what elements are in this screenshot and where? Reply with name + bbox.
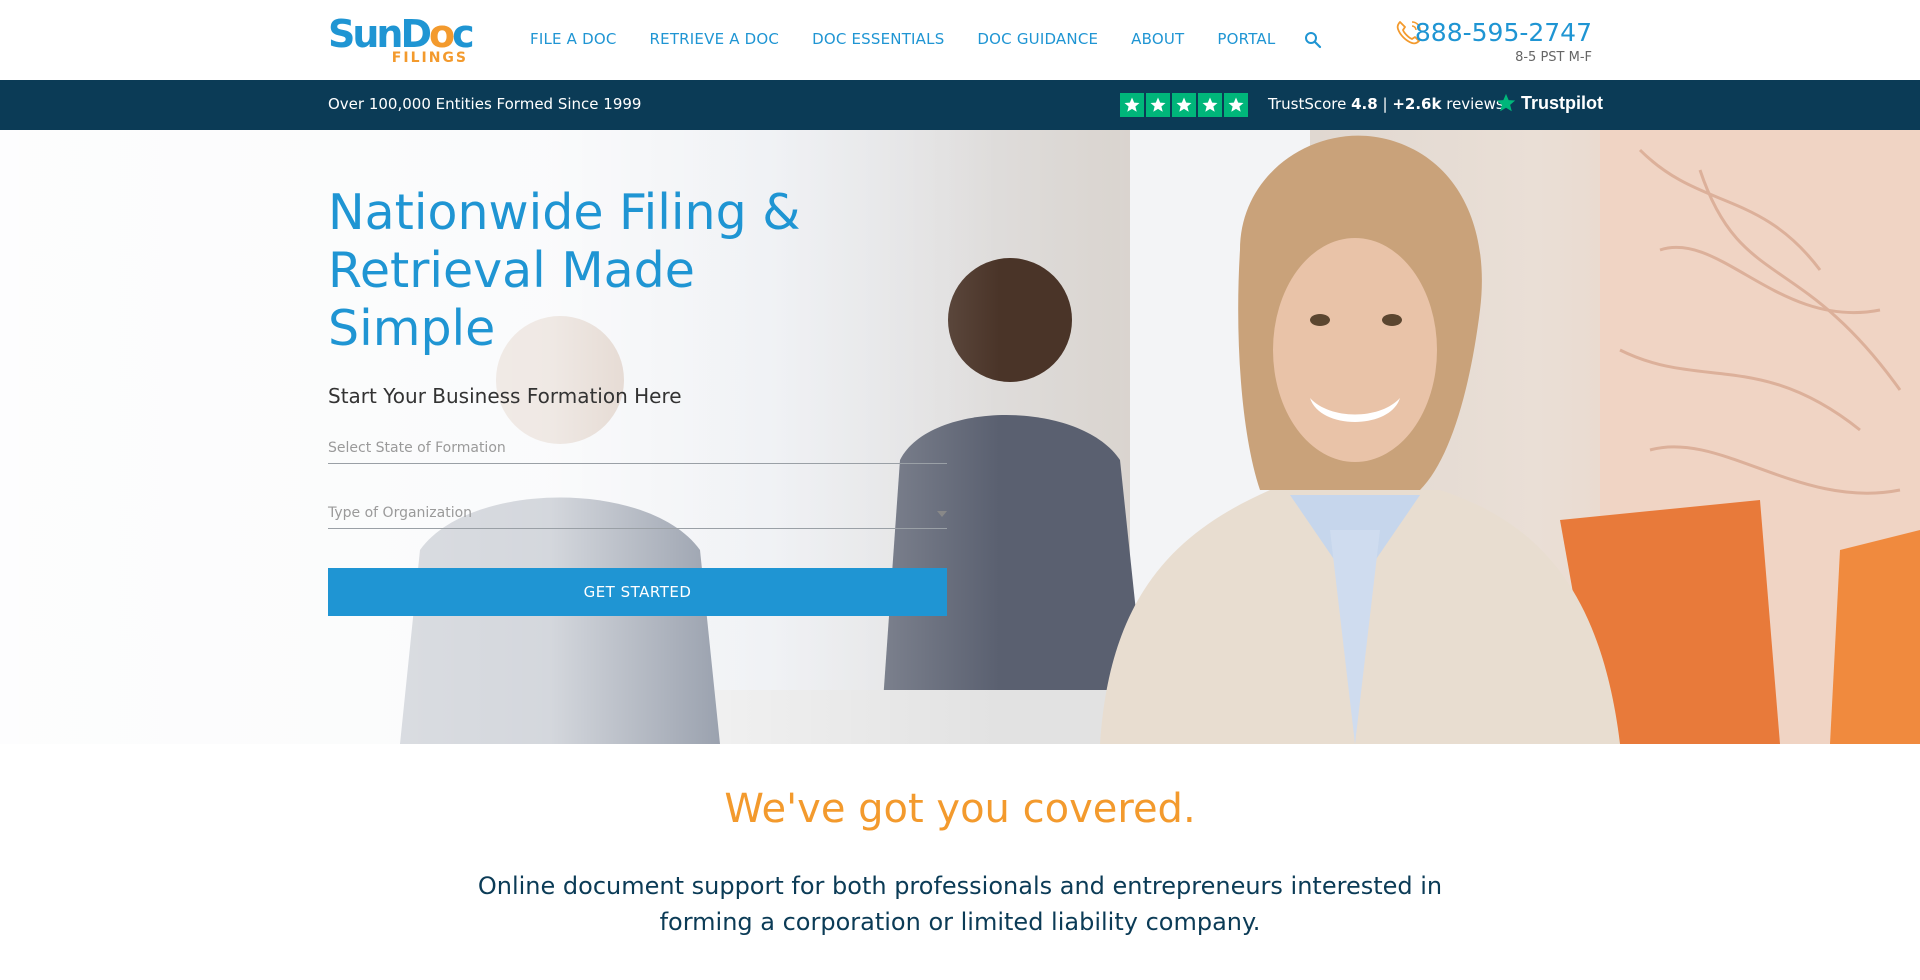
- sundoc-logo[interactable]: SunDoc FILINGS: [328, 12, 475, 66]
- hero-section: Nationwide Filing & Retrieval Made Simpl…: [0, 130, 1920, 744]
- get-started-button[interactable]: GET STARTED: [328, 568, 947, 616]
- star-icon: [1120, 93, 1144, 117]
- state-select-placeholder: Select State of Formation: [328, 440, 506, 456]
- reviews-count: +2.6k: [1392, 95, 1442, 113]
- star-icon: [1172, 93, 1196, 117]
- hero-title: Nationwide Filing & Retrieval Made Simpl…: [328, 184, 801, 357]
- chevron-down-icon: [937, 511, 947, 517]
- nav-about[interactable]: ABOUT: [1131, 30, 1184, 48]
- phone-hours: 8-5 PST M-F: [1515, 50, 1592, 65]
- covered-section: We've got you covered. Online document s…: [0, 744, 1920, 980]
- trustpilot-stars[interactable]: [1120, 93, 1248, 117]
- nav-portal[interactable]: PORTAL: [1217, 30, 1275, 48]
- trustscore-label: TrustScore: [1268, 95, 1347, 113]
- trustpilot-logo[interactable]: Trustpilot: [1495, 92, 1603, 114]
- trustscore-value: 4.8: [1351, 95, 1378, 113]
- star-icon: [1198, 93, 1222, 117]
- trustscore-text[interactable]: TrustScore 4.8 | +2.6k reviews: [1268, 95, 1504, 113]
- nav-doc-essentials[interactable]: DOC ESSENTIALS: [812, 30, 944, 48]
- trustscore-separator: |: [1382, 95, 1388, 113]
- covered-body: Online document support for both profess…: [477, 872, 1443, 936]
- state-of-formation-select[interactable]: Select State of Formation: [328, 432, 947, 464]
- nav-retrieve-a-doc[interactable]: RETRIEVE A DOC: [650, 30, 780, 48]
- star-icon: [1224, 93, 1248, 117]
- search-icon[interactable]: [1304, 31, 1324, 51]
- trust-bar: Over 100,000 Entities Formed Since 1999 …: [0, 80, 1920, 130]
- hero-subtitle: Start Your Business Formation Here: [328, 384, 682, 408]
- trustpilot-star-icon: [1496, 93, 1516, 112]
- entities-claim: Over 100,000 Entities Formed Since 1999: [328, 95, 642, 113]
- star-icon: [1146, 93, 1170, 117]
- main-nav: FILE A DOC RETRIEVE A DOC DOC ESSENTIALS…: [530, 30, 1308, 48]
- type-select-placeholder: Type of Organization: [328, 505, 473, 521]
- phone-number[interactable]: 888-595-2747: [1415, 18, 1592, 47]
- organization-type-select[interactable]: Type of Organization: [328, 497, 947, 529]
- phone-contact[interactable]: 888-595-2747 8-5 PST M-F: [1392, 14, 1592, 70]
- trustpilot-wordmark: Trustpilot: [1521, 92, 1603, 113]
- logo-subtitle: FILINGS: [391, 50, 468, 66]
- site-header: SunDoc FILINGS FILE A DOC RETRIEVE A DOC…: [0, 0, 1920, 80]
- covered-heading: We've got you covered.: [724, 786, 1196, 832]
- nav-file-a-doc[interactable]: FILE A DOC: [530, 30, 617, 48]
- nav-doc-guidance[interactable]: DOC GUIDANCE: [977, 30, 1098, 48]
